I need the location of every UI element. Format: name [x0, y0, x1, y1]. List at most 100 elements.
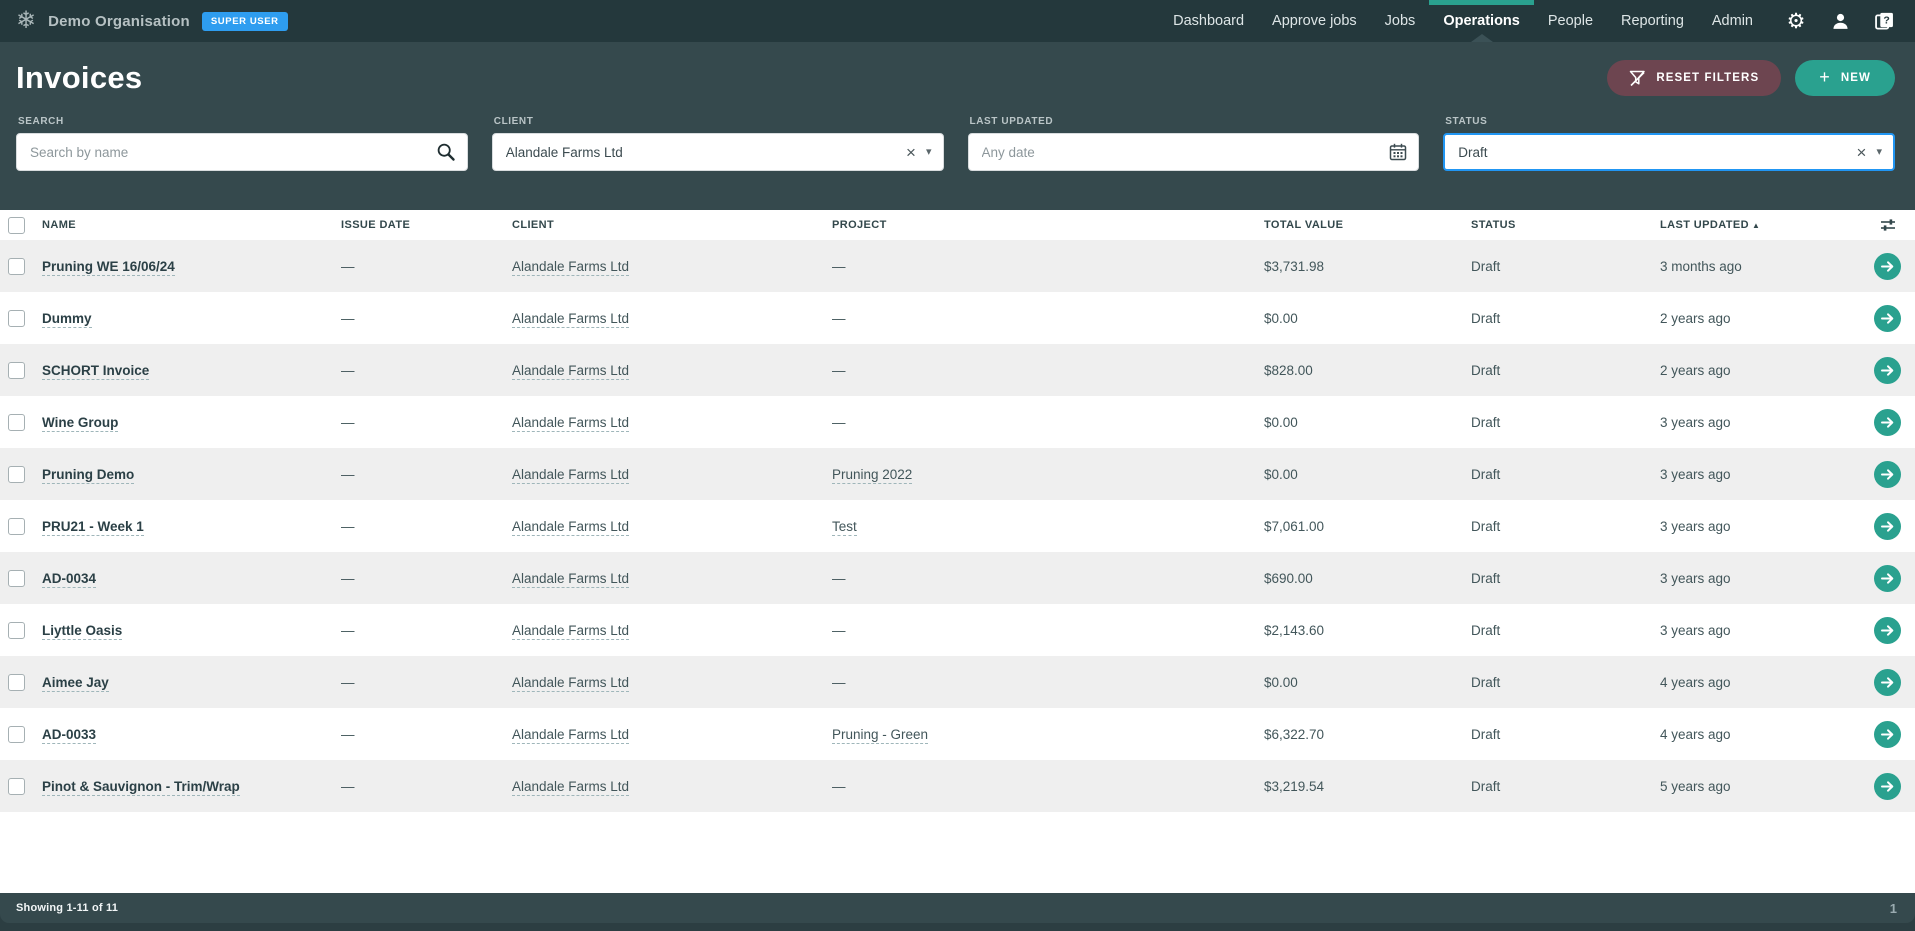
row-checkbox[interactable] — [8, 258, 25, 275]
project-link[interactable]: Test — [832, 519, 857, 536]
client-clear-icon[interactable]: × — [906, 144, 916, 161]
client-link[interactable]: Alandale Farms Ltd — [512, 259, 629, 276]
open-invoice-button[interactable] — [1874, 565, 1901, 592]
last-updated-date-input[interactable] — [980, 144, 1382, 161]
open-invoice-button[interactable] — [1874, 253, 1901, 280]
client-link[interactable]: Alandale Farms Ltd — [512, 779, 629, 796]
total-value-cell: $0.00 — [1264, 311, 1471, 326]
invoice-name-link[interactable]: Dummy — [42, 311, 92, 328]
total-value-cell: $690.00 — [1264, 571, 1471, 586]
open-invoice-button[interactable] — [1874, 617, 1901, 644]
invoice-name-link[interactable]: Pinot & Sauvignon - Trim/Wrap — [42, 779, 240, 796]
row-checkbox[interactable] — [8, 726, 25, 743]
client-link[interactable]: Alandale Farms Ltd — [512, 467, 629, 484]
project-link[interactable]: Pruning - Green — [832, 727, 928, 744]
nav-item-approve-jobs[interactable]: Approve jobs — [1258, 0, 1371, 42]
column-header-status[interactable]: STATUS — [1471, 219, 1660, 231]
search-input[interactable] — [28, 144, 428, 161]
client-link[interactable]: Alandale Farms Ltd — [512, 311, 629, 328]
client-select-input[interactable] — [504, 144, 898, 161]
open-invoice-button[interactable] — [1874, 461, 1901, 488]
column-header-name[interactable]: NAME — [42, 219, 341, 231]
row-checkbox[interactable] — [8, 518, 25, 535]
page-number[interactable]: 1 — [1890, 901, 1897, 916]
row-checkbox[interactable] — [8, 310, 25, 327]
nav-item-people[interactable]: People — [1534, 0, 1607, 42]
row-checkbox[interactable] — [8, 622, 25, 639]
open-invoice-button[interactable] — [1874, 409, 1901, 436]
invoice-name-link[interactable]: AD-0033 — [42, 727, 96, 744]
row-checkbox[interactable] — [8, 778, 25, 795]
select-all-checkbox[interactable] — [8, 217, 25, 234]
invoice-name-link[interactable]: AD-0034 — [42, 571, 96, 588]
column-header-issue-date[interactable]: ISSUE DATE — [341, 219, 512, 231]
open-invoice-button[interactable] — [1874, 513, 1901, 540]
last-updated-label: LAST UPDATED — [970, 116, 1420, 127]
table-row: Liyttle Oasis — Alandale Farms Ltd — $2,… — [0, 604, 1915, 656]
project-link: — — [832, 259, 846, 274]
invoice-name-link[interactable]: PRU21 - Week 1 — [42, 519, 144, 536]
row-checkbox[interactable] — [8, 414, 25, 431]
table-filler — [0, 812, 1915, 893]
nav-item-jobs[interactable]: Jobs — [1371, 0, 1430, 42]
invoice-name-link[interactable]: Pruning Demo — [42, 467, 134, 484]
top-nav-bar: ❄ Demo Organisation SUPER USER Dashboard… — [0, 0, 1915, 42]
arrow-right-icon — [1874, 513, 1901, 540]
row-checkbox[interactable] — [8, 674, 25, 691]
client-link[interactable]: Alandale Farms Ltd — [512, 415, 629, 432]
client-link[interactable]: Alandale Farms Ltd — [512, 519, 629, 536]
nav-item-dashboard[interactable]: Dashboard — [1159, 0, 1258, 42]
status-cell: Draft — [1471, 623, 1660, 638]
issue-date-cell: — — [341, 623, 512, 638]
new-invoice-button[interactable]: + NEW — [1795, 60, 1895, 96]
arrow-right-icon — [1874, 253, 1901, 280]
arrow-right-icon — [1874, 617, 1901, 644]
arrow-right-icon — [1874, 721, 1901, 748]
status-clear-icon[interactable]: × — [1857, 144, 1867, 161]
invoice-name-link[interactable]: Aimee Jay — [42, 675, 109, 692]
total-value-cell: $3,731.98 — [1264, 259, 1471, 274]
settings-gear-icon[interactable]: ⚙ — [1779, 4, 1813, 38]
client-link[interactable]: Alandale Farms Ltd — [512, 623, 629, 640]
project-link[interactable]: Pruning 2022 — [832, 467, 912, 484]
client-link[interactable]: Alandale Farms Ltd — [512, 363, 629, 380]
open-invoice-button[interactable] — [1874, 357, 1901, 384]
column-header-total-value[interactable]: TOTAL VALUE — [1264, 219, 1471, 231]
plus-icon: + — [1819, 68, 1831, 86]
org-name: Demo Organisation — [48, 13, 190, 30]
client-link[interactable]: Alandale Farms Ltd — [512, 727, 629, 744]
status-select-input[interactable] — [1456, 144, 1848, 161]
open-invoice-button[interactable] — [1874, 305, 1901, 332]
page-header: Invoices RESET FILTERS + NEW SEARCH — [0, 42, 1915, 210]
column-settings-sliders-icon[interactable] — [1860, 216, 1915, 234]
status-caret-down-icon[interactable]: ▾ — [1876, 147, 1882, 158]
column-header-client[interactable]: CLIENT — [512, 219, 832, 231]
nav-item-operations[interactable]: Operations — [1429, 0, 1534, 42]
client-link[interactable]: Alandale Farms Ltd — [512, 571, 629, 588]
brand-area: ❄ Demo Organisation SUPER USER — [16, 0, 288, 42]
nav-item-reporting[interactable]: Reporting — [1607, 0, 1698, 42]
row-checkbox[interactable] — [8, 466, 25, 483]
last-updated-cell: 3 years ago — [1660, 467, 1860, 482]
invoice-name-link[interactable]: Wine Group — [42, 415, 118, 432]
issue-date-cell: — — [341, 675, 512, 690]
open-invoice-button[interactable] — [1874, 773, 1901, 800]
reset-filters-button[interactable]: RESET FILTERS — [1607, 60, 1781, 96]
app-window: ❄ Demo Organisation SUPER USER Dashboard… — [0, 0, 1915, 931]
open-invoice-button[interactable] — [1874, 721, 1901, 748]
column-header-last-updated[interactable]: LAST UPDATED ▲ — [1660, 219, 1860, 231]
nav-item-admin[interactable]: Admin — [1698, 0, 1767, 42]
invoice-name-link[interactable]: Liyttle Oasis — [42, 623, 122, 640]
client-link[interactable]: Alandale Farms Ltd — [512, 675, 629, 692]
invoice-name-link[interactable]: SCHORT Invoice — [42, 363, 149, 380]
column-header-project[interactable]: PROJECT — [832, 219, 1264, 231]
help-docs-icon[interactable]: ? — [1867, 4, 1901, 38]
invoice-name-link[interactable]: Pruning WE 16/06/24 — [42, 259, 175, 276]
open-invoice-button[interactable] — [1874, 669, 1901, 696]
user-profile-icon[interactable] — [1823, 4, 1857, 38]
calendar-icon[interactable] — [1389, 143, 1407, 161]
row-checkbox[interactable] — [8, 570, 25, 587]
status-cell: Draft — [1471, 727, 1660, 742]
row-checkbox[interactable] — [8, 362, 25, 379]
client-caret-down-icon[interactable]: ▾ — [926, 147, 932, 158]
